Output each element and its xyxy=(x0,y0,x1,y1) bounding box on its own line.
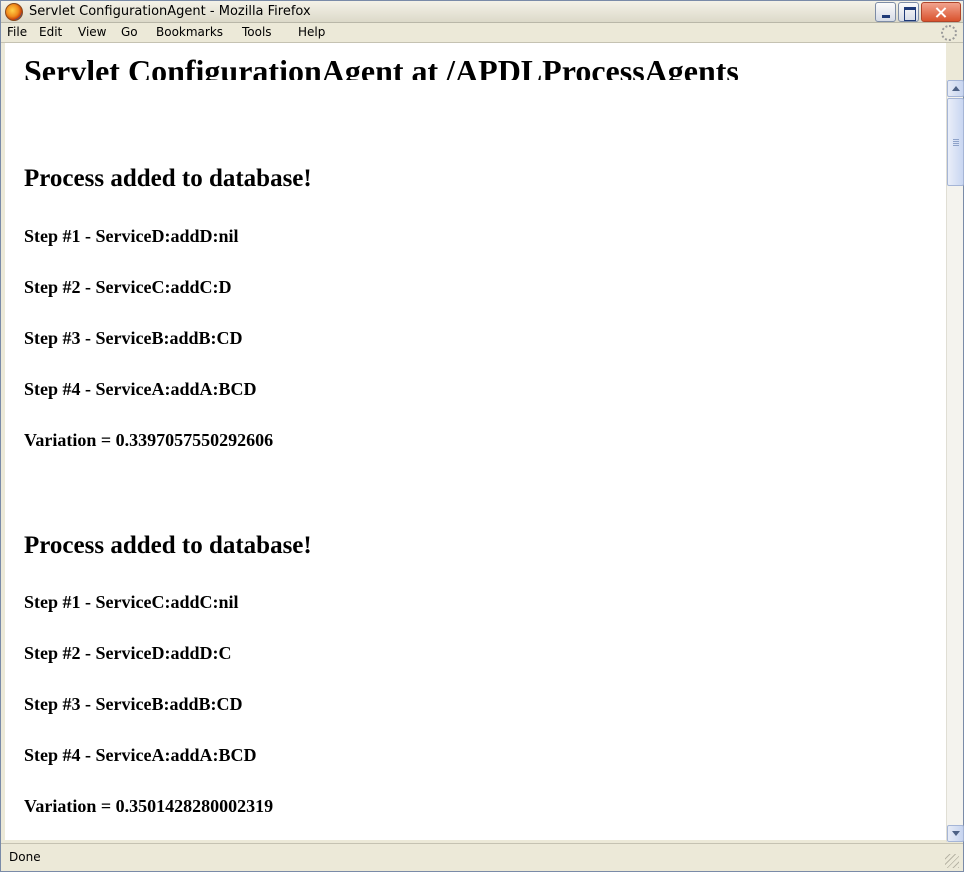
menu-file[interactable]: File xyxy=(7,25,27,39)
process-2-step-4: Step #4 - ServiceA:addA:BCD xyxy=(24,745,257,765)
process-2-title: Process added to database! xyxy=(24,532,312,559)
page-content: Process added to database! Step #1 - Ser… xyxy=(5,80,946,840)
scroll-thumb[interactable] xyxy=(947,98,964,186)
menu-help[interactable]: Help xyxy=(298,25,325,39)
process-1-step-3: Step #3 - ServiceB:addB:CD xyxy=(24,328,243,348)
status-text: Done xyxy=(9,850,41,864)
process-1-variation: Variation = 0.3397057550292606 xyxy=(24,430,274,450)
throbber-icon xyxy=(941,25,957,41)
resize-grip-icon[interactable] xyxy=(945,854,959,868)
scroll-down-button[interactable] xyxy=(947,825,964,842)
menu-view[interactable]: View xyxy=(78,25,106,39)
firefox-icon xyxy=(5,3,23,21)
title-bar[interactable]: Servlet ConfigurationAgent - Mozilla Fir… xyxy=(1,1,963,23)
vertical-scrollbar[interactable] xyxy=(946,80,964,842)
menu-go[interactable]: Go xyxy=(121,25,138,39)
menu-edit[interactable]: Edit xyxy=(39,25,62,39)
menu-bookmarks[interactable]: Bookmarks xyxy=(156,25,223,39)
browser-window: Servlet ConfigurationAgent - Mozilla Fir… xyxy=(0,0,964,872)
close-button[interactable] xyxy=(921,2,961,22)
process-1-title: Process added to database! xyxy=(24,165,312,192)
process-1-step-2: Step #2 - ServiceC:addC:D xyxy=(24,277,232,297)
process-2-step-2: Step #2 - ServiceD:addD:C xyxy=(24,643,232,663)
scroll-up-button[interactable] xyxy=(947,80,964,97)
process-2-step-1: Step #1 - ServiceC:addC:nil xyxy=(24,592,239,612)
process-2-step-3: Step #3 - ServiceB:addB:CD xyxy=(24,694,243,714)
content-area-top: Servlet ConfigurationAgent at /APDLProce… xyxy=(5,43,946,89)
status-bar: Done xyxy=(1,843,963,871)
process-1-step-1: Step #1 - ServiceD:addD:nil xyxy=(24,226,239,246)
process-1-step-4: Step #4 - ServiceA:addA:BCD xyxy=(24,379,257,399)
maximize-button[interactable] xyxy=(898,2,919,22)
menu-bar: File Edit View Go Bookmarks Tools Help xyxy=(1,23,963,43)
window-title: Servlet ConfigurationAgent - Mozilla Fir… xyxy=(29,4,311,19)
process-2-variation: Variation = 0.3501428280002319 xyxy=(24,796,274,816)
menu-tools[interactable]: Tools xyxy=(242,25,272,39)
minimize-button[interactable] xyxy=(875,2,896,22)
